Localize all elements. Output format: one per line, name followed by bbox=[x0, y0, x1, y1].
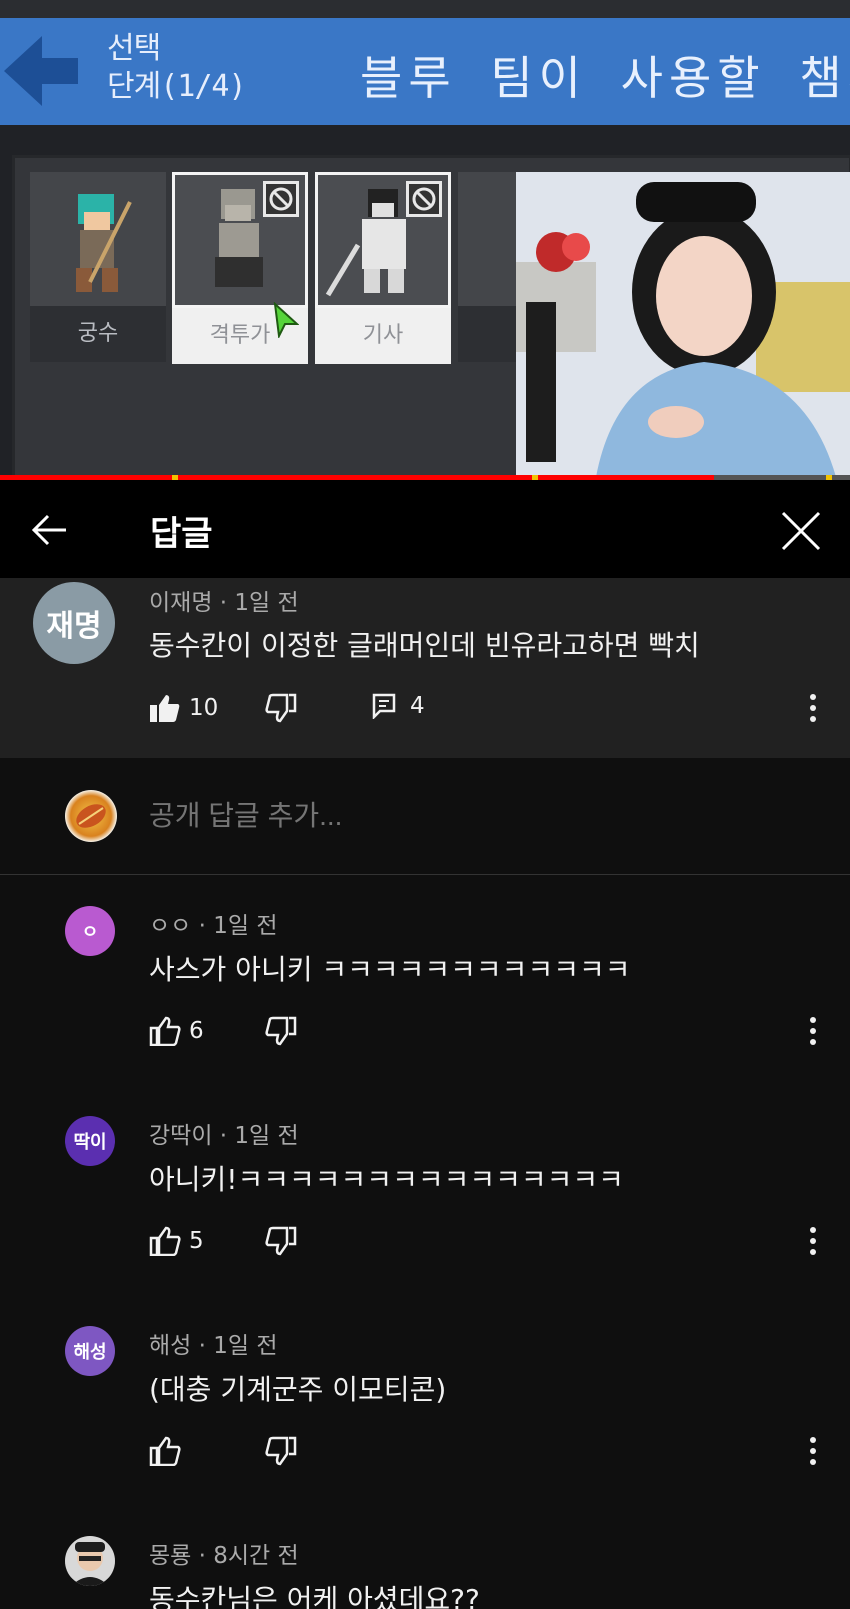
add-reply-input[interactable] bbox=[149, 800, 789, 832]
like-button[interactable] bbox=[149, 1436, 189, 1466]
like-count: 5 bbox=[189, 1228, 204, 1254]
reply-meta: 해성 · 1일 전 bbox=[149, 1333, 278, 1359]
close-icon[interactable] bbox=[780, 510, 822, 552]
more-vert-icon[interactable] bbox=[806, 1016, 820, 1046]
avatar-initials: 딱이 bbox=[73, 1132, 107, 1153]
reply-text: (대충 기계군주 이모티콘) bbox=[149, 1373, 447, 1406]
parent-comment bbox=[0, 578, 850, 758]
like-count: 6 bbox=[189, 1018, 204, 1044]
champion-card-knight: 기사 bbox=[315, 172, 451, 364]
reply-text: 동수칸님은 어케 아셨데요?? bbox=[149, 1583, 480, 1609]
comment-text: 동수칸이 이정한 글래머인데 빈유라고하면 빡치 bbox=[149, 629, 700, 662]
profile-photo-icon bbox=[65, 1536, 115, 1586]
game-cursor-icon bbox=[273, 302, 299, 338]
thumbs-down-icon bbox=[265, 1226, 297, 1256]
more-vert-icon[interactable] bbox=[806, 1226, 820, 1256]
fighter-sprite bbox=[175, 175, 305, 305]
game-back-arrow-icon bbox=[4, 36, 78, 106]
thumbs-up-icon bbox=[149, 1436, 181, 1466]
like-count: 10 bbox=[189, 695, 219, 721]
more-vert-icon[interactable] bbox=[806, 1436, 820, 1466]
replies-count-button[interactable]: 4 bbox=[372, 693, 425, 719]
game-title: 블루 팀이 사용할 챔피언 bbox=[360, 51, 850, 105]
avatar[interactable]: 재명 bbox=[33, 582, 115, 664]
champion-card-partial bbox=[458, 172, 518, 362]
avatar-initials: ㅇ bbox=[81, 922, 99, 943]
champion-card-archer: 궁수 bbox=[30, 172, 166, 362]
more-vert-icon[interactable] bbox=[806, 693, 820, 723]
replies-header bbox=[0, 480, 850, 578]
banned-icon bbox=[406, 181, 442, 217]
thumbs-up-filled-icon bbox=[150, 695, 180, 722]
thumbs-down-icon bbox=[265, 1436, 297, 1466]
avatar-initials: 해성 bbox=[73, 1342, 107, 1363]
video-top-band bbox=[0, 0, 850, 18]
like-button[interactable]: 5 bbox=[149, 1226, 204, 1256]
comment-meta: 이재명 · 1일 전 bbox=[149, 590, 299, 616]
champion-name: 기사 bbox=[315, 308, 451, 364]
avatar-initials: 재명 bbox=[46, 609, 102, 644]
reply-meta: 강딱이 · 1일 전 bbox=[149, 1123, 299, 1149]
dislike-button[interactable] bbox=[265, 1226, 297, 1256]
reply-avatar[interactable] bbox=[65, 1536, 115, 1586]
reply-avatar[interactable]: 해성 bbox=[65, 1326, 115, 1376]
replies-title: 답글 bbox=[150, 514, 213, 554]
reply-text: 사스가 아니키 ㅋㅋㅋㅋㅋㅋㅋㅋㅋㅋㅋㅋ bbox=[149, 953, 631, 986]
thumbs-down-icon bbox=[265, 693, 297, 723]
knight-sprite bbox=[318, 175, 448, 305]
dislike-button[interactable] bbox=[265, 1436, 297, 1466]
comment-icon bbox=[372, 693, 396, 719]
reply-count: 4 bbox=[410, 693, 425, 719]
like-button[interactable]: 6 bbox=[149, 1016, 204, 1046]
like-button[interactable]: 10 bbox=[149, 693, 218, 723]
thumbs-down-icon bbox=[265, 1016, 297, 1046]
reply-avatar[interactable]: 딱이 bbox=[65, 1116, 115, 1166]
reply-text: 아니키!ㅋㅋㅋㅋㅋㅋㅋㅋㅋㅋㅋㅋㅋㅋㅋ bbox=[149, 1163, 624, 1196]
reply-meta: 몽룡 · 8시간 전 bbox=[149, 1543, 299, 1569]
champion-name: 궁수 bbox=[30, 306, 166, 362]
current-user-avatar[interactable] bbox=[65, 790, 117, 842]
thumbs-up-icon bbox=[149, 1016, 181, 1046]
archer-sprite bbox=[30, 172, 166, 306]
banned-icon bbox=[263, 181, 299, 217]
streamer-webcam bbox=[516, 172, 850, 477]
video-player[interactable]: 선택 단계(1/4) 블루 팀이 사용할 챔피언 궁수 bbox=[0, 0, 850, 480]
reply-meta: ㅇㅇ · 1일 전 bbox=[149, 913, 278, 939]
game-step-label: 선택 단계(1/4) bbox=[107, 31, 247, 104]
dislike-button[interactable] bbox=[265, 693, 297, 723]
arrow-left-icon[interactable] bbox=[30, 510, 70, 550]
reply-avatar[interactable]: ㅇ bbox=[65, 906, 115, 956]
dislike-button[interactable] bbox=[265, 1016, 297, 1046]
thumbs-up-icon bbox=[149, 1226, 181, 1256]
